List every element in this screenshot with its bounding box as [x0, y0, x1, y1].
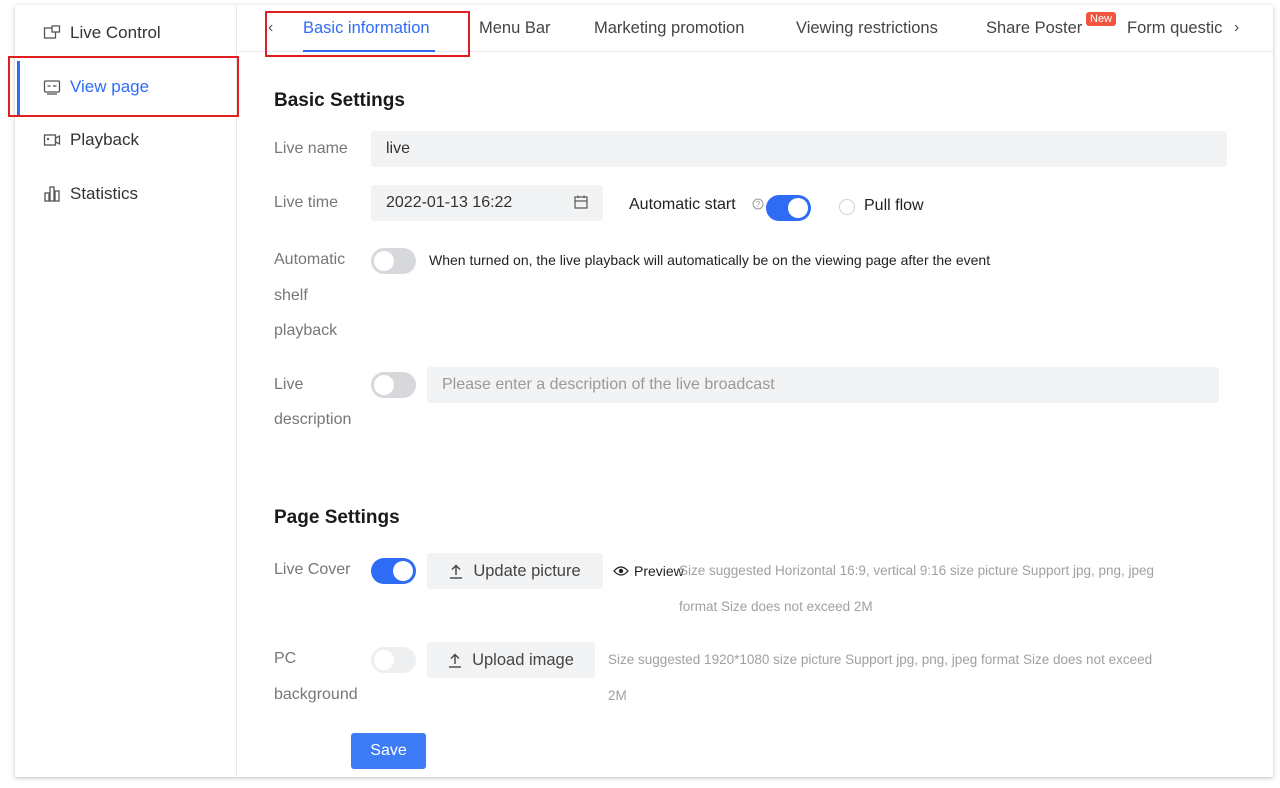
tab-viewing-restrictions[interactable]: Viewing restrictions [796, 19, 938, 38]
automatic-start-label: Automatic start [629, 196, 736, 213]
automatic-start-toggle[interactable] [766, 195, 811, 221]
sidebar-item-playback[interactable]: Playback [15, 114, 237, 166]
live-name-input[interactable]: live [371, 131, 1227, 167]
preview-link[interactable]: Preview [634, 563, 684, 579]
help-icon[interactable]: ? [752, 197, 764, 215]
tab-scroll-left-icon[interactable]: ‹ [268, 19, 273, 37]
update-picture-button[interactable]: Update picture [427, 553, 603, 589]
basic-settings-title: Basic Settings [274, 90, 405, 111]
app-frame: Live Control View page Playback Statisti… [8, 5, 1273, 777]
auto-shelf-label-line3: playback [274, 322, 338, 339]
main-content: Basic Settings Live name live Live time … [238, 52, 1273, 777]
live-description-label-line2: description [274, 411, 352, 428]
statistics-icon [43, 185, 61, 203]
pc-background-hint-line2: 2M [608, 688, 627, 703]
pull-flow-label: Pull flow [864, 197, 924, 214]
pc-background-label-line1: PC [274, 650, 297, 667]
tab-share-poster[interactable]: Share Poster [986, 19, 1082, 38]
view-page-icon [43, 78, 61, 96]
live-description-toggle[interactable] [371, 372, 416, 398]
upload-icon [449, 564, 463, 579]
pc-background-hint-line1: Size suggested 1920*1080 size picture Su… [608, 652, 1153, 667]
sidebar-item-live-control[interactable]: Live Control [15, 7, 237, 59]
playback-icon [43, 131, 61, 149]
svg-text:?: ? [756, 200, 761, 209]
live-cover-toggle[interactable] [371, 558, 416, 584]
auto-shelf-label-line1: Automatic [274, 251, 346, 268]
tab-menu-bar[interactable]: Menu Bar [479, 19, 551, 38]
live-cover-label: Live Cover [274, 561, 351, 578]
tab-basic-information[interactable]: Basic information [303, 19, 430, 38]
live-time-value: 2022-01-13 16:22 [386, 194, 513, 211]
sidebar-item-view-page[interactable]: View page [15, 61, 237, 117]
sidebar-item-statistics[interactable]: Statistics [15, 168, 237, 220]
tab-bar: ‹ Basic information Menu Bar Marketing p… [238, 5, 1273, 57]
upload-image-label: Upload image [472, 650, 574, 669]
upload-image-button[interactable]: Upload image [427, 642, 595, 678]
eye-icon[interactable] [613, 564, 629, 582]
upload-icon [448, 653, 462, 668]
live-control-icon [43, 24, 61, 42]
auto-shelf-description: When turned on, the live playback will a… [429, 252, 991, 268]
live-description-input[interactable]: Please enter a description of the live b… [427, 367, 1219, 403]
pc-background-label-line2: background [274, 686, 358, 703]
tab-scroll-right-icon[interactable]: › [1234, 19, 1239, 37]
calendar-icon[interactable] [574, 195, 588, 214]
live-cover-hint-line2: format Size does not exceed 2M [679, 599, 873, 614]
live-name-label: Live name [274, 140, 348, 157]
sidebar-item-label: View page [70, 77, 150, 96]
update-picture-label: Update picture [473, 561, 581, 580]
auto-shelf-label-line2: shelf [274, 287, 308, 304]
sidebar-item-label: Playback [70, 130, 139, 149]
live-cover-hint-line1: Size suggested Horizontal 16:9, vertical… [679, 563, 1155, 578]
sidebar-item-label: Live Control [70, 23, 161, 42]
live-time-picker[interactable]: 2022-01-13 16:22 [371, 185, 603, 221]
live-description-label-line1: Live [274, 376, 304, 393]
new-badge: New [1086, 12, 1117, 26]
pull-flow-radio[interactable] [839, 199, 855, 215]
pc-background-toggle[interactable] [371, 647, 416, 673]
tab-form-question[interactable]: Form questic [1127, 19, 1225, 38]
sidebar: Live Control View page Playback Statisti… [15, 5, 237, 777]
sidebar-item-label: Statistics [70, 184, 139, 203]
page-settings-title: Page Settings [274, 507, 400, 528]
tab-marketing-promotion[interactable]: Marketing promotion [594, 19, 744, 38]
save-button[interactable]: Save [351, 733, 426, 769]
live-time-label: Live time [274, 194, 339, 211]
auto-shelf-toggle[interactable] [371, 248, 416, 274]
